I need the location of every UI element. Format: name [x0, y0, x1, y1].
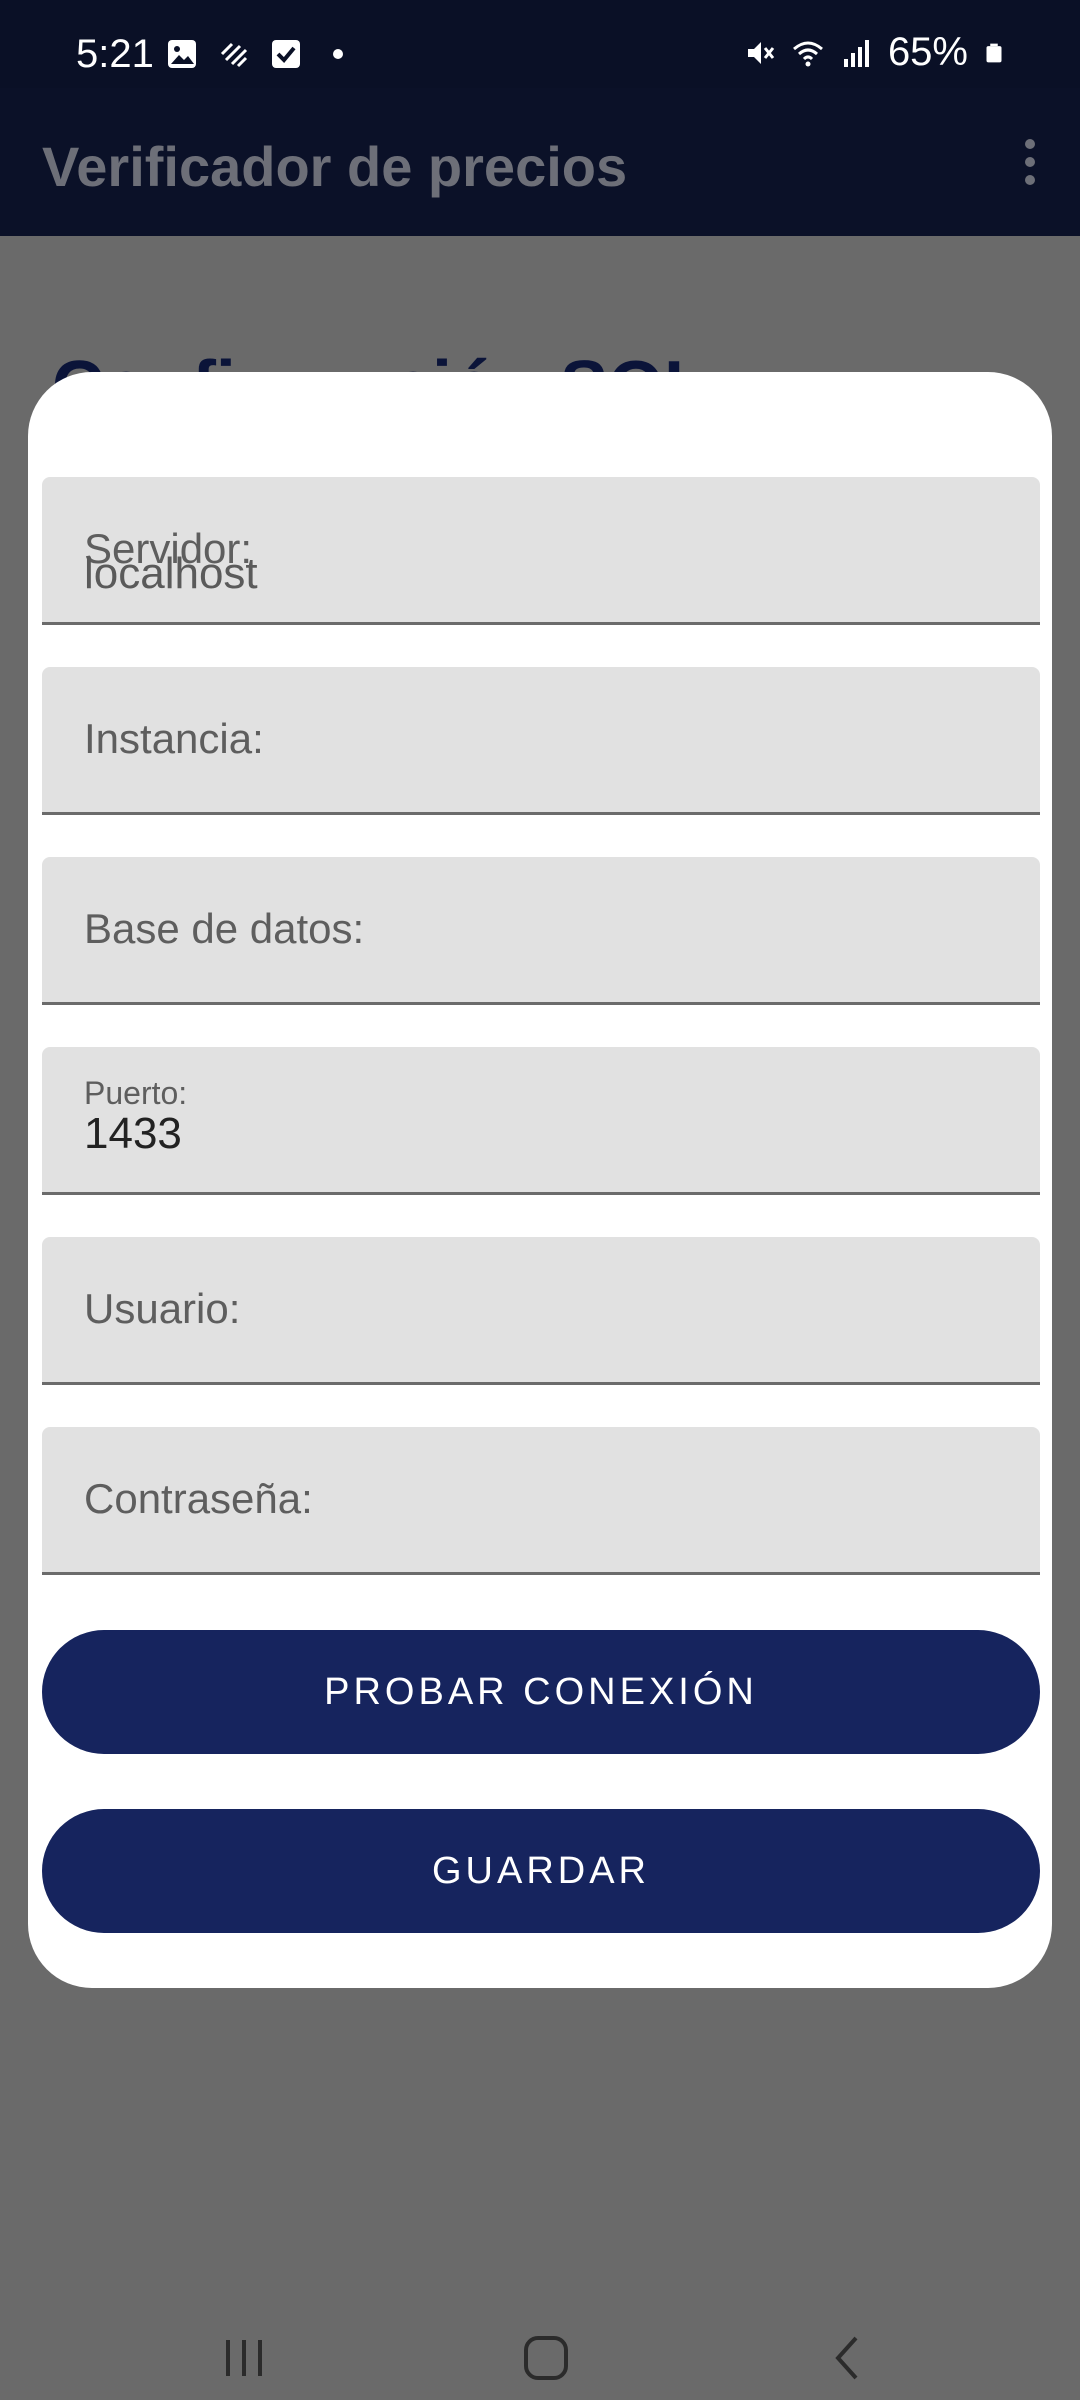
navigation-bar	[0, 2320, 1080, 2400]
image-icon	[168, 40, 196, 68]
wifi-icon	[792, 41, 823, 66]
instance-label: Instancia:	[84, 715, 264, 762]
app-bar: Verificador de precios	[0, 88, 1080, 236]
port-field[interactable]: Puerto: 1433	[42, 1047, 1040, 1195]
user-label: Usuario:	[84, 1285, 241, 1332]
server-field[interactable]: Servidor: localhost	[42, 477, 1040, 625]
password-field[interactable]: Contraseña:	[42, 1427, 1040, 1575]
home-icon[interactable]	[516, 2328, 576, 2388]
notification-icons	[166, 38, 354, 70]
port-label: Puerto:	[84, 1075, 188, 1111]
password-label: Contraseña:	[84, 1475, 313, 1522]
system-status-icons: 65%	[744, 30, 1004, 75]
sync-icon	[220, 42, 248, 68]
save-button[interactable]: GUARDAR	[42, 1809, 1040, 1933]
database-label: Base de datos:	[84, 905, 365, 952]
recent-apps-icon[interactable]	[214, 2328, 274, 2388]
dot-icon	[333, 49, 343, 59]
port-value: 1433	[84, 1109, 182, 1158]
status-bar: 5:21 65%	[0, 0, 1080, 88]
battery-percent: 65%	[887, 30, 968, 74]
back-icon[interactable]	[818, 2328, 878, 2388]
mute-icon	[747, 41, 775, 64]
instance-field[interactable]: Instancia:	[42, 667, 1040, 815]
server-value: localhost	[84, 549, 258, 598]
test-connection-button[interactable]: PROBAR CONEXIÓN	[42, 1630, 1040, 1754]
user-field[interactable]: Usuario:	[42, 1237, 1040, 1385]
overflow-menu-icon[interactable]	[1010, 136, 1050, 188]
battery-icon	[986, 43, 1002, 62]
signal-icon	[843, 39, 869, 67]
status-time: 5:21	[76, 32, 154, 76]
sql-config-dialog: Servidor: localhost Instancia: Base de d…	[28, 372, 1052, 1988]
check-icon	[272, 40, 300, 68]
database-field[interactable]: Base de datos:	[42, 857, 1040, 1005]
app-title: Verificador de precios	[42, 135, 628, 198]
